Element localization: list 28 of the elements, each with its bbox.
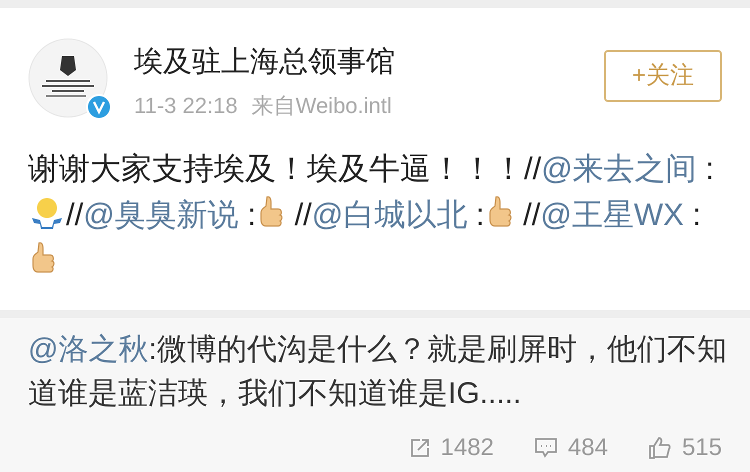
post-text: : (474, 197, 485, 232)
post-text: // (66, 197, 84, 232)
mention-link[interactable]: @臭臭新说 (83, 197, 239, 232)
share-button[interactable]: 1482 (408, 430, 494, 466)
author-name[interactable]: 埃及驻上海总领事馆 (134, 44, 604, 80)
post-text: 谢谢大家支持埃及！埃及牛逼！！！// (28, 151, 542, 186)
thumbs-up-icon (648, 436, 672, 460)
thumbs-up-icon (486, 195, 513, 229)
mention-link[interactable]: @洛之秋 (28, 333, 148, 366)
thumbs-up-icon (258, 195, 284, 229)
share-icon (408, 437, 431, 459)
post-text: : (691, 197, 701, 232)
post-text: : (246, 197, 256, 232)
comment-icon (534, 437, 558, 459)
post-text: // (294, 197, 312, 232)
like-button[interactable]: 515 (648, 430, 722, 466)
comment-button[interactable]: 484 (534, 430, 608, 466)
thumbs-up-icon (30, 241, 56, 275)
post-time: 11-3 22:18 (134, 92, 238, 120)
follow-button[interactable]: +关注 (604, 50, 722, 102)
post-text: : (704, 151, 714, 186)
post-text: // (522, 197, 540, 232)
mention-link[interactable]: @王星WX (540, 197, 684, 232)
post-source: 来自Weibo.intl (252, 92, 392, 120)
original-post-text: @洛之秋:微博的代沟是什么？就是刷屏时，他们不知道谁是蓝洁瑛，我们不知道谁是IG..... (28, 332, 728, 412)
mention-link[interactable]: @白城以北 (312, 197, 468, 232)
mention-link[interactable]: @来去之间 (541, 151, 697, 186)
shrug-emoji-icon (30, 196, 64, 230)
